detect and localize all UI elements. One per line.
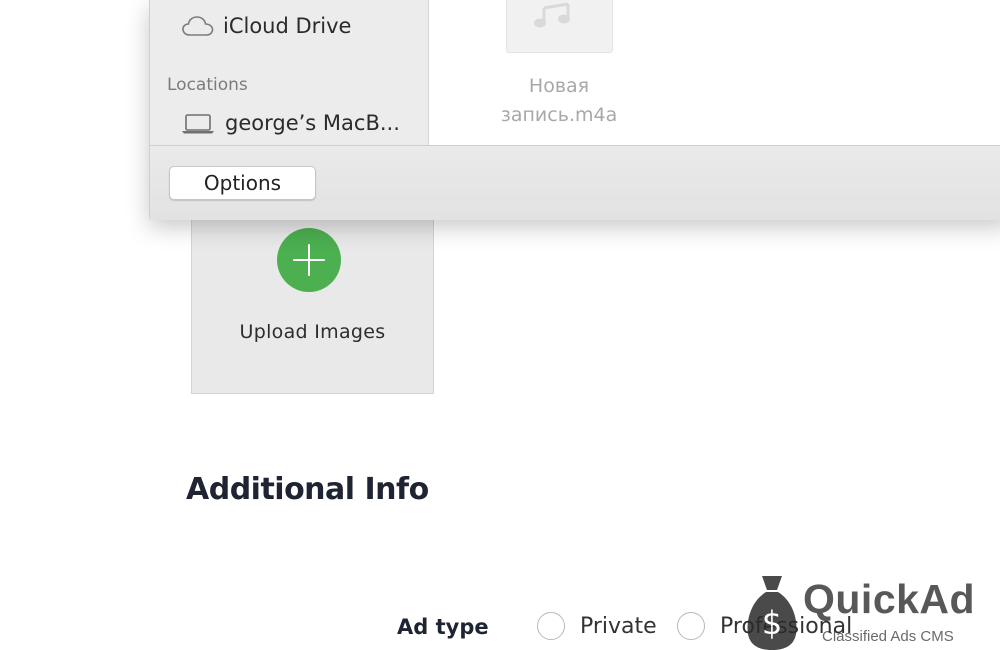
file-name-line2: запись.m4a (500, 104, 618, 126)
sidebar-heading-locations: Locations (167, 75, 248, 95)
radio-professional[interactable] (677, 612, 705, 640)
file-name-line1: Новая (528, 75, 590, 97)
file-name[interactable]: Новая запись.m4a (470, 72, 648, 130)
sidebar-item-label: iCloud Drive (223, 14, 352, 38)
plus-icon[interactable] (277, 228, 341, 292)
radio-private[interactable] (537, 612, 565, 640)
section-title-additional-info: Additional Info (186, 472, 429, 507)
file-thumbnail[interactable] (506, 0, 613, 53)
money-bag-icon: $ (747, 576, 797, 650)
cloud-icon (182, 16, 214, 36)
sidebar-item-icloud-drive[interactable]: iCloud Drive (181, 14, 351, 38)
options-button[interactable]: Options (169, 166, 316, 200)
music-note-icon (534, 2, 570, 28)
file-open-dialog: iCloud Drive Locations george’s MacB... … (149, 0, 1000, 220)
watermark-brand: QuickAd (803, 576, 976, 622)
svg-text:$: $ (762, 604, 782, 642)
sidebar-item-label: george’s MacB... (225, 111, 400, 135)
radio-private-label[interactable]: Private (580, 614, 657, 639)
sidebar-item-macbook[interactable]: george’s MacB... (181, 111, 400, 135)
ad-type-label: Ad type (397, 615, 489, 639)
upload-images-label: Upload Images (239, 321, 386, 343)
upload-images-dropzone[interactable]: Upload Images (191, 190, 434, 394)
watermark-tagline: Classified Ads CMS (822, 628, 954, 645)
laptop-icon (182, 114, 214, 134)
dialog-sidebar: iCloud Drive Locations george’s MacB... (150, 0, 429, 145)
dialog-bottom-bar: Options (150, 145, 1000, 220)
